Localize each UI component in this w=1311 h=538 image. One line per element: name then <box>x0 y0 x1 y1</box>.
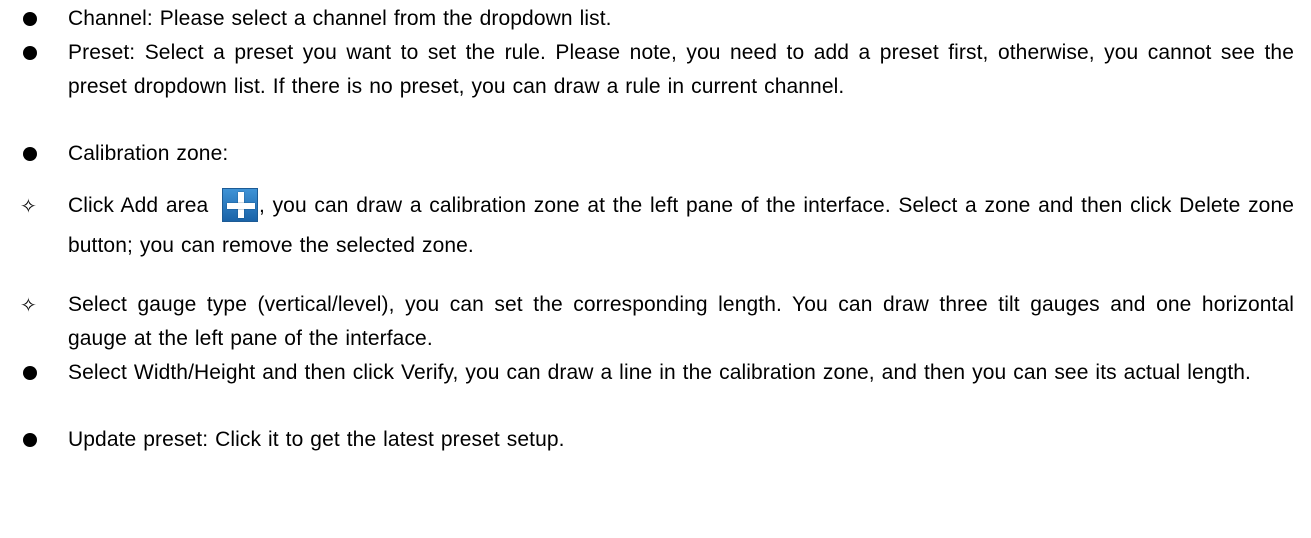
update-preset-text: Update preset: Click it to get the lates… <box>68 428 565 451</box>
add-area-text: Click Add area , you can draw a calibrat… <box>68 186 1294 266</box>
diamond-bullet-icon: ✧ <box>20 194 37 218</box>
document-page: Channel: Please select a channel from th… <box>0 0 1311 538</box>
plus-icon <box>221 188 258 222</box>
bullet-dot-icon <box>23 366 37 380</box>
calibration-zone-text: Calibration zone: <box>68 142 229 165</box>
preset-text: Preset: Select a preset you want to set … <box>68 41 1294 98</box>
bullet-dot-icon <box>23 147 37 161</box>
bullet-dot-icon <box>23 433 37 447</box>
bullet-dot-icon <box>23 46 37 60</box>
bullet-dot-icon <box>23 12 37 26</box>
width-height-text: Select Width/Height and then click Verif… <box>68 361 1251 384</box>
add-area-text-before: Click Add area <box>68 194 216 217</box>
channel-text: Channel: Please select a channel from th… <box>68 7 612 30</box>
gauge-type-text: Select gauge type (vertical/level), you … <box>68 293 1294 350</box>
diamond-bullet-icon: ✧ <box>20 293 37 317</box>
